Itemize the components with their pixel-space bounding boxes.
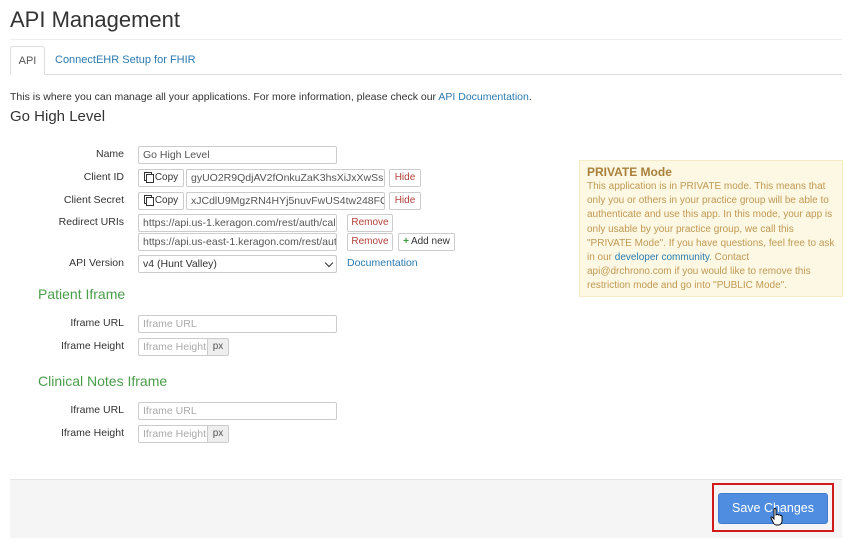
patient-iframe-heading: Patient Iframe [38, 286, 126, 302]
clinical-notes-iframe-heading: Clinical Notes Iframe [38, 373, 168, 389]
name-label: Name [95, 148, 124, 160]
remove-redirect-uri-button[interactable]: Remove [347, 233, 393, 251]
private-mode-notice: PRIVATE Mode This application is in PRIV… [579, 160, 843, 297]
add-new-label: Add new [410, 236, 450, 247]
name-input[interactable]: Go High Level [138, 146, 337, 164]
plus-icon: + [403, 236, 409, 247]
client-id-label: Client ID [83, 171, 124, 183]
client-id-field[interactable]: gyUO2R9QdjAV2fOnkuZaK3hsXiJxXwSsH2 [186, 169, 385, 187]
patient-iframe-height-label: Iframe Height [60, 340, 124, 352]
px-unit-addon: px [208, 338, 229, 356]
tab-bar: API ConnectEHR Setup for FHIR [10, 46, 842, 75]
redirect-uris-label: Redirect URIs [58, 216, 124, 228]
patient-iframe-height-input[interactable]: Iframe Height [138, 338, 208, 356]
private-mode-text: This application is in PRIVATE mode. Thi… [587, 181, 835, 264]
intro-text-body: This is where you can manage all your ap… [10, 91, 439, 103]
copy-icon [143, 195, 154, 206]
hide-client-secret-button[interactable]: Hide [389, 192, 421, 210]
copy-client-secret-button[interactable]: Copy [138, 192, 184, 210]
patient-iframe-url-input[interactable]: Iframe URL [138, 315, 337, 333]
client-secret-label: Client Secret [63, 194, 124, 206]
intro-suffix: . [528, 91, 532, 103]
redirect-uri-input[interactable]: https://api.us-east-1.keragon.com/rest/a… [138, 233, 337, 251]
redirect-uri-input[interactable]: https://api.us-1.keragon.com/rest/auth/c… [138, 214, 337, 232]
api-version-value: v4 (Hunt Valley) [143, 258, 217, 270]
intro-text: This is where you can manage all your ap… [10, 91, 532, 103]
clinical-iframe-url-label: Iframe URL [70, 404, 124, 416]
hand-pointer-icon [770, 508, 783, 526]
app-heading: Go High Level [10, 108, 106, 125]
tab-connectehr[interactable]: ConnectEHR Setup for FHIR [46, 46, 205, 75]
developer-community-link[interactable]: developer community [615, 252, 709, 263]
clinical-iframe-url-input[interactable]: Iframe URL [138, 402, 337, 420]
tab-api[interactable]: API [10, 46, 45, 75]
api-version-label: API Version [69, 257, 124, 269]
page-title: API Management [10, 7, 180, 32]
copy-label: Copy [154, 195, 179, 206]
client-secret-field[interactable]: xJCdlU9MgzRN4HYj5nuvFwUS4tw248FQH [186, 192, 385, 210]
private-mode-title: PRIVATE Mode [587, 165, 672, 179]
copy-client-id-button[interactable]: Copy [138, 169, 184, 187]
hide-client-id-button[interactable]: Hide [389, 169, 421, 187]
api-version-select[interactable]: v4 (Hunt Valley) [138, 255, 337, 273]
chevron-down-icon [324, 258, 334, 268]
api-documentation-link[interactable]: API Documentation [438, 91, 528, 103]
clinical-iframe-height-label: Iframe Height [60, 427, 124, 439]
px-unit-addon: px [208, 425, 229, 443]
copy-label: Copy [154, 172, 179, 183]
clinical-iframe-height-input[interactable]: Iframe Height [138, 425, 208, 443]
copy-icon [143, 172, 154, 183]
documentation-link[interactable]: Documentation [347, 257, 418, 269]
remove-redirect-uri-button[interactable]: Remove [347, 214, 393, 232]
title-divider [10, 39, 842, 40]
patient-iframe-url-label: Iframe URL [70, 317, 124, 329]
add-redirect-uri-button[interactable]: + Add new [398, 233, 455, 251]
